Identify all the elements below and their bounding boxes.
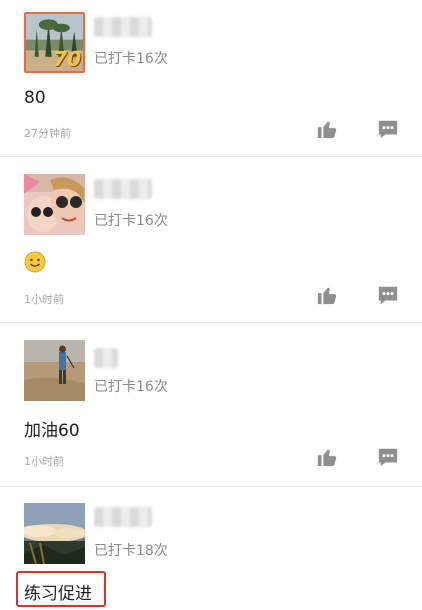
thumbs-up-icon [317, 121, 337, 139]
checkin-count: 已打卡16次 [94, 379, 168, 395]
smile-emoji [24, 251, 46, 273]
username-blurred[interactable] [94, 507, 152, 527]
post-time: 1小时前 [24, 293, 64, 306]
checkin-count: 已打卡16次 [94, 51, 168, 67]
avatar-image [24, 503, 85, 564]
checkin-feed: 70 已打卡16次 80 27分钟前 已打卡16次 1小时前 已打卡16次 加油… [0, 0, 422, 610]
like-button[interactable] [316, 446, 342, 470]
comment-button[interactable] [377, 118, 403, 142]
avatar-image [24, 340, 85, 401]
thumbs-up-icon [317, 287, 337, 305]
thumbs-up-icon [317, 449, 337, 467]
like-button[interactable] [316, 118, 342, 142]
post-time: 27分钟前 [24, 127, 71, 140]
comment-button[interactable] [377, 446, 403, 470]
avatar-badge: 70 [53, 47, 81, 71]
post-item: 已打卡16次 加油60 1小时前 [0, 323, 422, 486]
username-blurred[interactable] [94, 179, 152, 199]
like-button[interactable] [316, 284, 342, 308]
username-blurred[interactable] [94, 17, 152, 37]
comment-button[interactable] [377, 284, 403, 308]
checkin-count: 已打卡16次 [94, 213, 168, 229]
username-blurred[interactable] [94, 348, 118, 368]
post-content: 加油60 [24, 421, 80, 441]
post-item: 70 已打卡16次 80 27分钟前 [0, 0, 422, 156]
comment-icon [378, 120, 398, 139]
user-avatar[interactable] [24, 174, 85, 235]
comment-icon [378, 286, 398, 305]
post-item: 已打卡16次 1小时前 [0, 157, 422, 322]
highlight-box [16, 571, 106, 607]
checkin-count: 已打卡18次 [94, 543, 168, 559]
smile-emoji-icon [24, 251, 46, 273]
post-time: 1小时前 [24, 455, 64, 468]
user-avatar[interactable]: 70 [24, 12, 85, 73]
user-avatar[interactable] [24, 503, 85, 564]
comment-icon [378, 448, 398, 467]
post-content: 80 [24, 88, 46, 108]
user-avatar[interactable] [24, 340, 85, 401]
avatar-image [24, 174, 85, 235]
